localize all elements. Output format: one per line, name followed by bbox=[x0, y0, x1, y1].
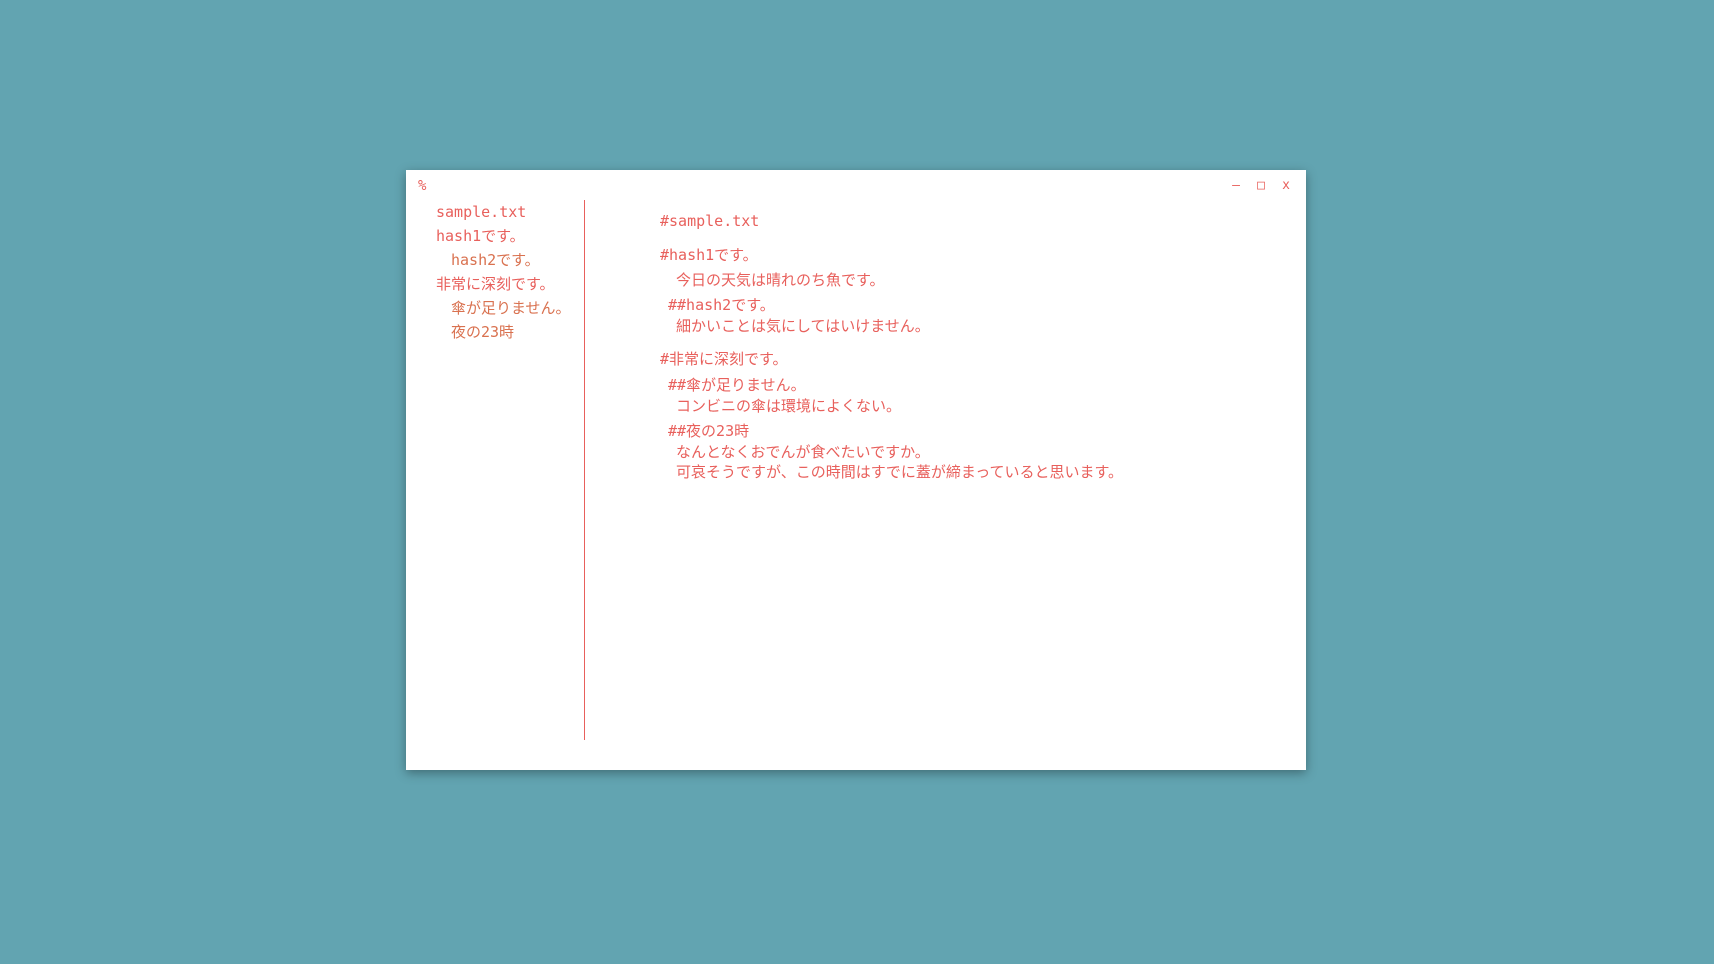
sidebar-item-serious[interactable]: 非常に深刻です。 bbox=[436, 272, 586, 296]
section-heading: #hash1です。 bbox=[660, 246, 758, 264]
sidebar-item-hash1[interactable]: hash1です。 bbox=[436, 224, 586, 248]
paragraph: 細かいことは気にしてはいけません。 bbox=[676, 317, 930, 335]
maximize-button[interactable]: □ bbox=[1253, 178, 1269, 194]
sidebar-item-sample-txt[interactable]: sample.txt bbox=[436, 200, 586, 224]
subsection-heading: ##hash2です。 bbox=[668, 296, 775, 314]
sidebar-item-umbrella[interactable]: 傘が足りません。 bbox=[436, 296, 586, 320]
outline-sidebar: sample.txt hash1です。 hash2です。 非常に深刻です。 傘が… bbox=[436, 200, 586, 740]
close-button[interactable]: x bbox=[1278, 178, 1294, 194]
subsection-heading: ##傘が足りません。 bbox=[668, 376, 806, 394]
file-heading: #sample.txt bbox=[660, 212, 760, 230]
document-content[interactable]: #sample.txt #hash1です。 今日の天気は晴れのち魚です。 ##h… bbox=[660, 210, 1280, 750]
paragraph: 可哀そうですが、この時間はすでに蓋が締まっていると思います。 bbox=[676, 463, 1124, 481]
sidebar-divider[interactable] bbox=[584, 200, 585, 740]
paragraph: コンビニの傘は環境によくない。 bbox=[676, 397, 902, 415]
paragraph: 今日の天気は晴れのち魚です。 bbox=[676, 271, 885, 289]
subsection-heading: ##夜の23時 bbox=[668, 422, 750, 440]
sidebar-item-hash2[interactable]: hash2です。 bbox=[436, 248, 586, 272]
app-percent-icon: % bbox=[418, 178, 427, 194]
paragraph: なんとなくおでんが食べたいですか。 bbox=[676, 443, 930, 461]
titlebar[interactable]: % – □ x bbox=[406, 170, 1306, 200]
section-heading: #非常に深刻です。 bbox=[660, 350, 788, 368]
minimize-button[interactable]: – bbox=[1228, 178, 1244, 194]
sidebar-item-night-23[interactable]: 夜の23時 bbox=[436, 320, 586, 344]
app-window: % – □ x sample.txt hash1です。 hash2です。 非常に… bbox=[406, 170, 1306, 770]
